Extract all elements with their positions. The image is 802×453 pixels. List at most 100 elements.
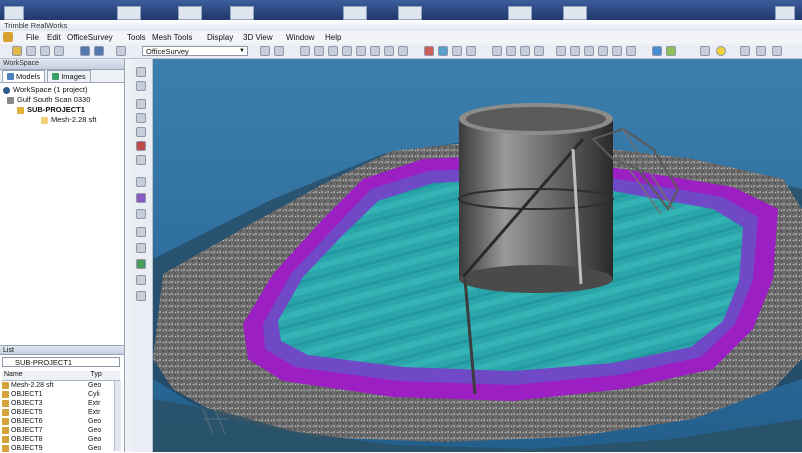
color-mode-icon[interactable] (452, 46, 462, 56)
render-icon[interactable] (356, 46, 366, 56)
render-icon[interactable] (314, 46, 324, 56)
workspace-icon (3, 86, 10, 94)
list-item[interactable]: OBJECT5 Extr (2, 408, 114, 417)
orbit-icon[interactable] (136, 193, 146, 203)
list-rows: Mesh-2.28 sft Geo OBJECT1 Cyli OBJECT3 Extr… (2, 381, 114, 453)
tree-item-subproject[interactable]: SUB-PROJECT1 (3, 105, 121, 115)
display-icon[interactable] (556, 46, 566, 56)
menu-officesurvey[interactable]: OfficeSurvey (67, 32, 113, 43)
render-icon[interactable] (342, 46, 352, 56)
print-icon[interactable] (54, 46, 64, 56)
view-mode-icon[interactable] (260, 46, 270, 56)
select-icon[interactable] (136, 81, 146, 91)
menu-tools[interactable]: Tools (127, 32, 146, 43)
menu-3d-view[interactable]: 3D View (243, 32, 273, 43)
list-item[interactable]: OBJECT6 Geo (2, 417, 114, 426)
list-item[interactable]: Mesh-2.28 sft Geo (2, 381, 114, 390)
tree-item-label: WorkSpace (1 project) (13, 85, 88, 94)
segment-icon[interactable] (136, 113, 146, 123)
display-icon[interactable] (626, 46, 636, 56)
menu-help[interactable]: Help (325, 32, 341, 43)
taskbar-thumb[interactable] (117, 6, 141, 20)
taskbar-thumb[interactable] (230, 6, 254, 20)
tree-item-project[interactable]: Gulf South Scan 0330 (3, 95, 121, 105)
settings-icon[interactable] (756, 46, 766, 56)
pan-icon[interactable] (136, 275, 146, 285)
list-item[interactable]: OBJECT7 Geo (2, 426, 114, 435)
taskbar-thumb[interactable] (4, 6, 24, 20)
orbit-icon[interactable] (136, 209, 146, 219)
column-header-type[interactable]: Typ (89, 371, 120, 380)
display-icon[interactable] (570, 46, 580, 56)
tree-item-mesh[interactable]: Mesh-2.28 sft (3, 115, 121, 125)
menu-window[interactable]: Window (286, 32, 314, 43)
display-icon[interactable] (520, 46, 530, 56)
object-icon (2, 427, 9, 434)
segment-icon[interactable] (136, 155, 146, 165)
list-item[interactable]: OBJECT3 Extr (2, 399, 114, 408)
list-item-type: Extr (88, 400, 101, 407)
pan-icon[interactable] (136, 259, 146, 269)
save-as-icon[interactable] (40, 46, 50, 56)
tab-images[interactable]: Images (47, 70, 91, 82)
render-icon[interactable] (384, 46, 394, 56)
select-icon[interactable] (136, 67, 146, 77)
zoom-icon[interactable] (136, 243, 146, 253)
taskbar-thumb[interactable] (563, 6, 587, 20)
list-item[interactable]: OBJECT8 Geo (2, 435, 114, 444)
display-icon[interactable] (534, 46, 544, 56)
list-scrollbar[interactable] (114, 381, 121, 451)
list-item-type: Geo (88, 436, 102, 443)
display-icon[interactable] (584, 46, 594, 56)
measure-icon[interactable] (652, 46, 662, 56)
color-mode-icon[interactable] (424, 46, 434, 56)
sun-icon[interactable] (716, 46, 726, 56)
settings-icon[interactable] (740, 46, 750, 56)
display-icon[interactable] (506, 46, 516, 56)
color-mode-icon[interactable] (438, 46, 448, 56)
render-icon[interactable] (370, 46, 380, 56)
light-icon[interactable] (700, 46, 710, 56)
segment-icon[interactable] (136, 127, 146, 137)
menu-mesh-tools[interactable]: Mesh Tools (152, 32, 192, 43)
render-icon[interactable] (398, 46, 408, 56)
cut-icon[interactable] (136, 99, 146, 109)
color-mode-icon[interactable] (466, 46, 476, 56)
column-header-name[interactable]: Name (2, 371, 89, 380)
pointer-icon[interactable] (116, 46, 126, 56)
tab-models[interactable]: Models (2, 70, 46, 82)
taskbar-thumb[interactable] (508, 6, 532, 20)
list-item[interactable]: OBJECT1 Cyli (2, 390, 114, 399)
workspace-panel-header: WorkSpace (0, 59, 124, 70)
menu-bar: File Edit OfficeSurvey Tools Mesh Tools … (0, 31, 802, 44)
view-mode-icon[interactable] (274, 46, 284, 56)
workspace-tree: WorkSpace (1 project) Gulf South Scan 03… (0, 83, 124, 127)
segment-icon[interactable] (136, 141, 146, 151)
zoom-icon[interactable] (136, 227, 146, 237)
display-icon[interactable] (598, 46, 608, 56)
list-filter-select[interactable]: SUB-PROJECT1 (2, 357, 120, 367)
measure-icon[interactable] (666, 46, 676, 56)
tree-item-label: SUB-PROJECT1 (27, 105, 85, 114)
project-select[interactable]: OfficeSurvey ▼ (142, 46, 248, 56)
pan-icon[interactable] (136, 291, 146, 301)
settings-icon[interactable] (772, 46, 782, 56)
taskbar-thumb[interactable] (178, 6, 202, 20)
taskbar-thumb[interactable] (775, 6, 795, 20)
display-icon[interactable] (612, 46, 622, 56)
redo-icon[interactable] (94, 46, 104, 56)
menu-file[interactable]: File (26, 32, 39, 43)
tree-item-workspace[interactable]: WorkSpace (1 project) (3, 85, 121, 95)
menu-edit[interactable]: Edit (47, 32, 61, 43)
open-folder-icon[interactable] (12, 46, 22, 56)
render-icon[interactable] (328, 46, 338, 56)
taskbar-thumb[interactable] (398, 6, 422, 20)
undo-icon[interactable] (80, 46, 90, 56)
render-icon[interactable] (300, 46, 310, 56)
taskbar-thumb[interactable] (343, 6, 367, 20)
3d-viewport[interactable] (153, 59, 802, 452)
menu-display[interactable]: Display (207, 32, 233, 43)
display-icon[interactable] (492, 46, 502, 56)
save-icon[interactable] (26, 46, 36, 56)
orbit-icon[interactable] (136, 177, 146, 187)
